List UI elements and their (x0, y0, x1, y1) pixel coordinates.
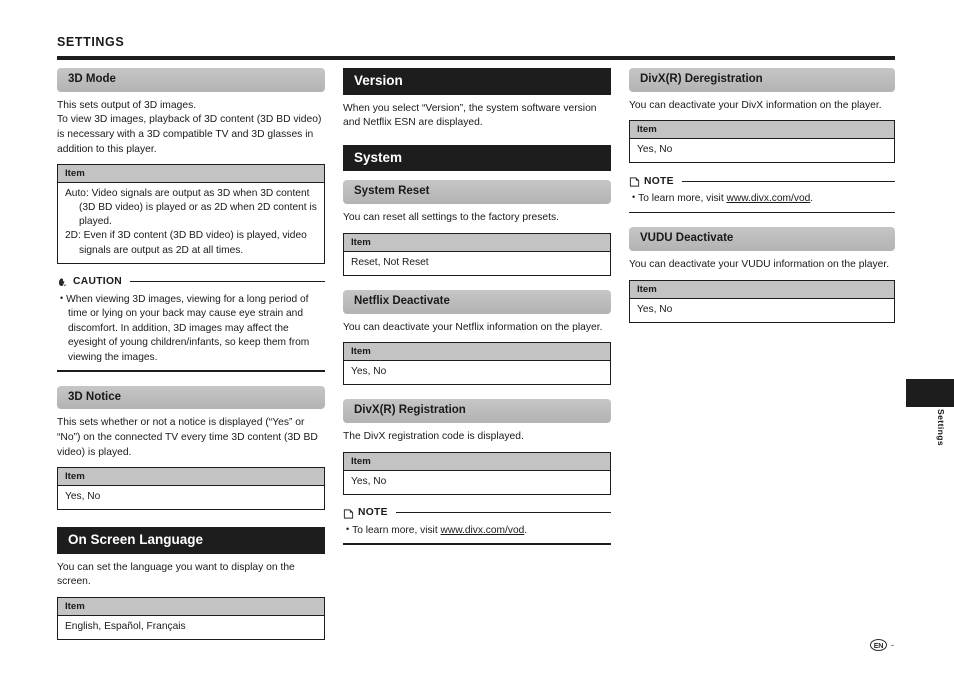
section-heading-3d-notice: 3D Notice (57, 385, 325, 410)
section-heading-divx-deregistration: DivX(R) Deregistration (629, 68, 895, 92)
note-text-before: To learn more, visit (638, 193, 727, 205)
section-body-version: When you select “Version”, the system so… (343, 102, 597, 129)
item-table-on-screen-language: Item English, Español, Français (57, 596, 325, 641)
section-heading-divx-registration: DivX(R) Registration (343, 399, 611, 424)
note-label: NOTE (644, 175, 674, 187)
table-row: 2D: Even if 3D content (3D BD video) is … (65, 230, 307, 256)
caution-header: CAUTION (57, 276, 325, 288)
table-body: Yes, No (351, 366, 387, 378)
section-heading-system: System (343, 144, 611, 172)
section-body-system-reset: You can reset all settings to the factor… (343, 212, 559, 224)
note-page-icon (629, 175, 640, 188)
note-body: • To learn more, visit www.divx.com/vod. (343, 523, 611, 538)
caution-callout: CAUTION • When viewing 3D images, viewing… (57, 276, 325, 372)
section-heading-version: Version (343, 68, 611, 95)
item-table-divx-deregistration: Item Yes, No (629, 120, 895, 164)
table-column-header: Item (58, 597, 324, 616)
note-bottom-rule (343, 543, 611, 545)
bullet-marker: • (632, 192, 636, 203)
table-body: Yes, No (637, 144, 673, 156)
section-body-3d-mode: This sets output of 3D images. To view 3… (57, 99, 325, 157)
manual-page: SETTINGS 3D Mode This sets output of 3D … (0, 0, 954, 675)
note-header: NOTE (343, 507, 611, 519)
language-badge: EN (870, 639, 887, 651)
section-body-netflix-deactivate: You can deactivate your Netflix informat… (343, 321, 603, 333)
page-number-mark: - (891, 640, 894, 650)
page-footer: EN - (870, 639, 894, 651)
note-text-after: . (810, 193, 814, 205)
table-column-header: Item (58, 468, 324, 487)
page-title: SETTINGS (57, 35, 125, 49)
chapter-tab-label: Settings (936, 409, 946, 447)
table-column-header: Item (58, 165, 324, 184)
note-rule (395, 511, 611, 514)
table-column-header: Item (630, 280, 894, 299)
section-heading-3d-mode: 3D Mode (57, 68, 325, 92)
note-page-icon (343, 507, 354, 519)
item-table-divx-registration: Item Yes, No (343, 451, 611, 495)
table-body: Yes, No (351, 475, 387, 487)
note-label: NOTE (358, 507, 388, 519)
section-body-vudu-deactivate: You can deactivate your VUDU information… (629, 259, 890, 271)
section-heading-vudu-deactivate: VUDU Deactivate (629, 227, 895, 252)
note-body: • To learn more, visit www.divx.com/vod. (629, 191, 895, 206)
table-column-header: Item (344, 343, 610, 362)
table-body: Reset, Not Reset (351, 256, 429, 268)
note-rule (681, 180, 895, 183)
column-right: DivX(R) Deregistration You can deactivat… (629, 68, 895, 323)
section-body-divx-registration: The DivX registration code is displayed. (343, 431, 524, 443)
note-text-after: . (524, 524, 528, 536)
note-callout-middle: NOTE • To learn more, visit www.divx.com/… (343, 507, 611, 545)
table-body: Yes, No (65, 491, 101, 503)
table-column-header: Item (344, 233, 610, 252)
item-table-3d-notice: Item Yes, No (57, 467, 325, 511)
note-text-before: To learn more, visit (352, 524, 441, 536)
note-header: NOTE (629, 175, 895, 188)
item-table-system-reset: Item Reset, Not Reset (343, 232, 611, 276)
section-heading-netflix-deactivate: Netflix Deactivate (343, 289, 611, 314)
table-column-header: Item (344, 452, 610, 471)
header-divider (57, 56, 895, 60)
section-body-on-screen-language: You can set the language you want to dis… (57, 561, 295, 588)
table-body: English, Español, Français (65, 620, 186, 632)
table-body: Auto: Video signals are output as 3D whe… (58, 183, 324, 262)
section-heading-system-reset: System Reset (343, 180, 611, 205)
divx-vod-link[interactable]: www.divx.com/vod (440, 525, 524, 536)
note-callout-right: NOTE • To learn more, visit www.divx.com/… (629, 175, 895, 214)
section-body-divx-deregistration: You can deactivate your DivX information… (629, 99, 882, 111)
caution-rule (130, 280, 325, 283)
divx-vod-link[interactable]: www.divx.com/vod (726, 193, 810, 204)
bullet-marker: • (60, 292, 64, 303)
section-heading-on-screen-language: On Screen Language (57, 527, 325, 554)
caution-text: When viewing 3D images, viewing for a lo… (66, 293, 310, 363)
item-table-vudu-deactivate: Item Yes, No (629, 279, 895, 323)
section-body-3d-notice: This sets whether or not a notice is dis… (57, 417, 318, 458)
item-table-netflix-deactivate: Item Yes, No (343, 342, 611, 386)
column-middle: Version When you select “Version”, the s… (343, 68, 611, 545)
hand-caution-icon (57, 276, 69, 288)
body-line: This sets output of 3D images. To view 3… (57, 99, 322, 155)
table-column-header: Item (630, 121, 894, 140)
caution-label: CAUTION (73, 276, 123, 288)
table-row: Auto: Video signals are output as 3D whe… (65, 188, 317, 228)
column-left: 3D Mode This sets output of 3D images. T… (57, 68, 325, 641)
caution-body: • When viewing 3D images, viewing for a l… (57, 292, 325, 365)
item-table-3d-mode: Item Auto: Video signals are output as 3… (57, 164, 325, 264)
table-body: Yes, No (637, 303, 673, 315)
bullet-marker: • (346, 523, 350, 534)
